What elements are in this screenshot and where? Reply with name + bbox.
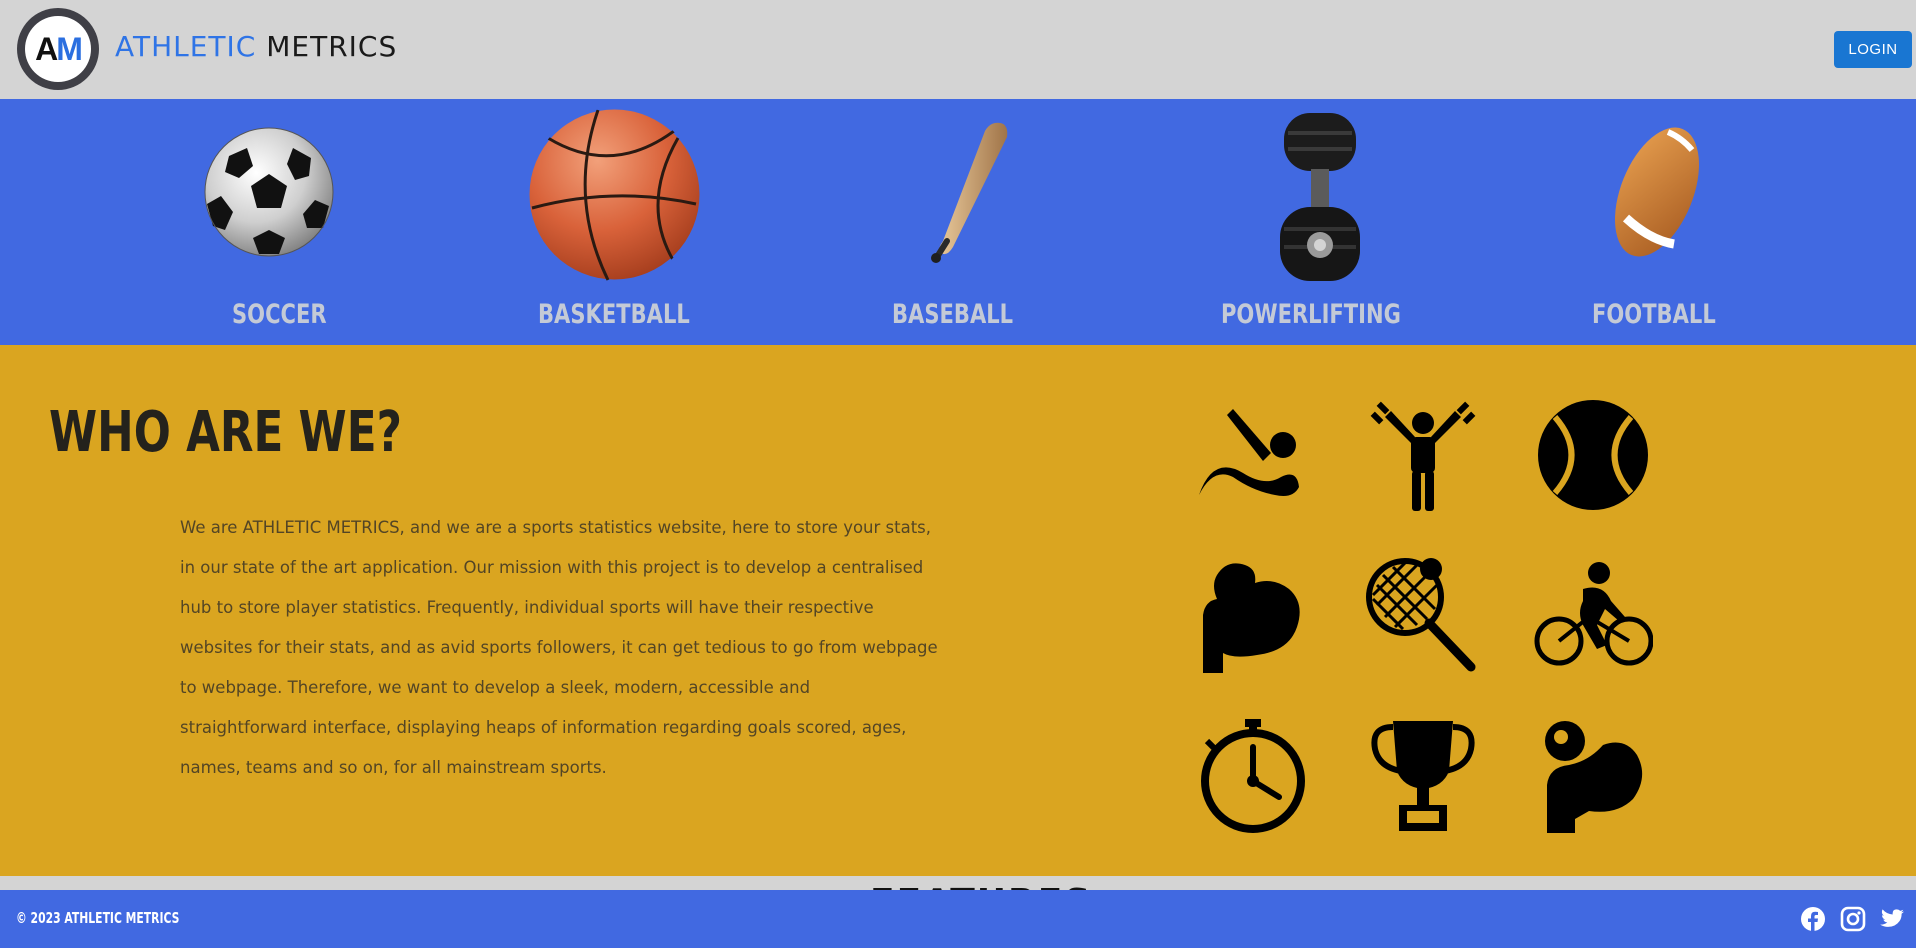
flexed-arm-icon [1203,563,1300,673]
about-section: WHO ARE WE? We are ATHLETIC METRICS, and… [0,345,1916,876]
features-section: FEATURES [0,876,1916,890]
about-description: We are ATHLETIC METRICS, and we are a sp… [180,518,938,777]
features-title: FEATURES [870,882,1092,890]
logo[interactable]: AM [17,8,99,90]
sport-label: BASEBALL [892,299,1014,330]
about-title: WHO ARE WE? [49,400,402,465]
sport-label: BASKETBALL [538,299,690,330]
soccer-ball-icon [204,127,334,257]
sport-powerlifting[interactable]: POWERLIFTING [1120,99,1460,345]
cyclist-icon [1534,562,1653,666]
login-button[interactable]: LOGIN [1834,31,1912,68]
tennis-ball-icon [1538,400,1648,510]
basketball-icon [529,109,700,281]
sport-label: SOCCER [232,299,327,330]
brand-second-word: METRICS [266,30,398,63]
weightlifter-icon [1370,401,1476,511]
american-football-icon [1615,127,1699,257]
baseball-bat-icon [931,122,1008,263]
sport-soccer[interactable]: SOCCER [0,99,380,345]
logo-letter-m: M [56,30,83,67]
swimmer-icon [1199,409,1299,496]
stopwatch-icon [1201,719,1305,833]
sport-label: POWERLIFTING [1221,299,1401,330]
facebook-icon[interactable] [1800,906,1826,932]
brand-first-word: ATHLETIC [115,30,257,63]
trophy-icon [1371,721,1475,831]
sports-nav: SOCCER BASKETBALL BASEBALL POWERLIFTING … [0,99,1916,345]
site-footer: © 2023 ATHLETIC METRICS [0,890,1916,948]
strongman-icon [1545,721,1643,833]
sport-basketball[interactable]: BASKETBALL [380,99,760,345]
brand-name[interactable]: ATHLETIC METRICS [115,30,397,63]
twitter-icon[interactable] [1879,906,1905,932]
sport-football[interactable]: FOOTBALL [1460,99,1916,345]
copyright-text: © 2023 ATHLETIC METRICS [16,909,180,927]
tennis-racket-icon [1366,558,1476,672]
site-header: AM ATHLETIC METRICS LOGIN [0,0,1916,99]
sport-baseball[interactable]: BASEBALL [760,99,1120,345]
sports-icon-grid [1193,395,1663,835]
dumbbell-icon [1280,113,1360,281]
sport-label: FOOTBALL [1592,299,1716,330]
logo-letter-a: A [35,30,58,67]
instagram-icon[interactable] [1840,906,1866,932]
logo-badge: AM [25,16,91,82]
